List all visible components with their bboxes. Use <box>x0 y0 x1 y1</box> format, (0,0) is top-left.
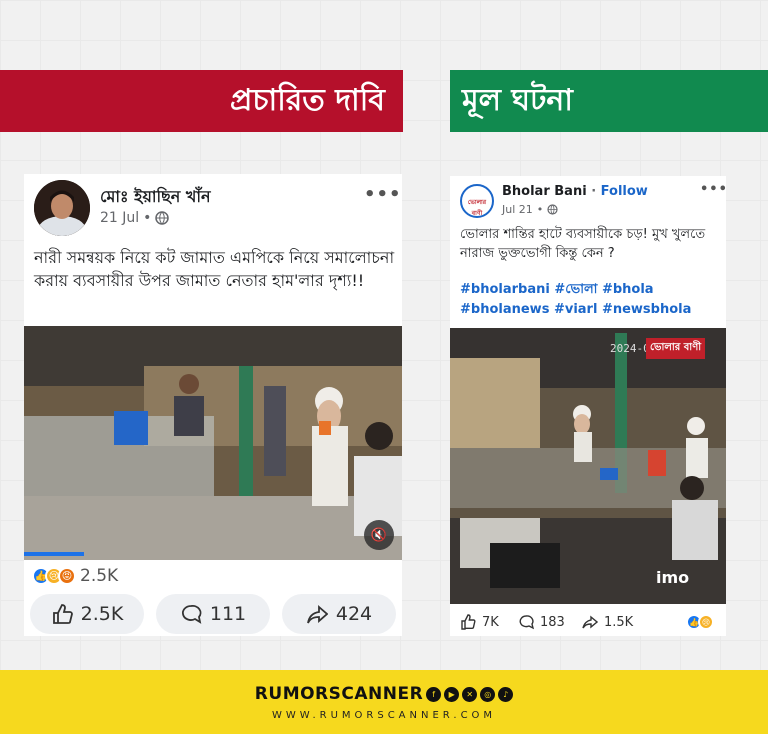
share-count: 424 <box>335 603 373 625</box>
fact-thumbs-up-icon <box>461 614 476 630</box>
facebook-icon[interactable]: f <box>426 686 442 702</box>
post-video[interactable]: 🔇 <box>24 326 402 560</box>
fact-post-date[interactable]: Jul 21 <box>502 203 533 216</box>
follow-separator: · <box>591 184 601 199</box>
fact-comment-count: 183 <box>540 614 565 630</box>
mute-button[interactable]: 🔇 <box>364 520 394 550</box>
fact-post-video[interactable]: 2024-0 ভোলার বাণী imo <box>450 328 726 604</box>
instagram-icon[interactable]: ◎ <box>480 686 496 702</box>
fact-share-icon <box>582 615 598 629</box>
fact-reaction-summary[interactable]: 👍 😢 <box>686 614 714 630</box>
follow-link[interactable]: Follow <box>601 184 648 199</box>
meta-separator: • <box>143 210 152 226</box>
brand-name: RUMORSCANNER <box>254 684 424 704</box>
claim-banner-label: প্রচারিত দাবি <box>229 82 385 118</box>
avatar-photo <box>34 180 90 236</box>
fact-comment-button[interactable]: 183 <box>518 614 565 630</box>
page-name: Bholar Bani · Follow <box>502 184 648 199</box>
footer-bar: RUMORSCANNER f ▶ ✕ ◎ ♪ WWW.RUMORSCANNER.… <box>0 670 768 734</box>
fact-banner-label: মূল ঘটনা <box>462 82 573 118</box>
reaction-summary[interactable]: 👍 😢 😡 2.5K <box>32 566 118 586</box>
author-avatar[interactable] <box>34 180 90 236</box>
claim-banner: প্রচারিত দাবি <box>0 70 403 132</box>
fact-share-count: 1.5K <box>604 614 634 630</box>
comment-button[interactable]: 111 <box>156 594 270 634</box>
public-globe-icon <box>547 204 558 215</box>
fact-video-frame <box>450 328 726 604</box>
comment-count: 111 <box>209 603 247 625</box>
fact-post-meta: Jul 21 • <box>502 203 558 216</box>
fact-meta-separator: • <box>536 203 544 216</box>
page-avatar[interactable]: ভোলার বাণী <box>460 184 494 218</box>
brand-row: RUMORSCANNER f ▶ ✕ ◎ ♪ <box>0 684 768 704</box>
post-date[interactable]: 21 Jul <box>100 210 139 226</box>
share-button[interactable]: 424 <box>282 594 396 634</box>
hashtags-line-2[interactable]: #bholanews #viarl #newsbhola <box>460 300 691 320</box>
fact-like-button[interactable]: 7K <box>460 614 499 630</box>
imo-watermark: imo <box>656 568 690 587</box>
page-avatar-logo: ভোলার বাণী <box>467 199 487 217</box>
video-timestamp: 2024-0 <box>610 342 650 355</box>
fact-share-button[interactable]: 1.5K <box>582 614 633 630</box>
angry-reaction-icon: 😡 <box>58 567 76 585</box>
claim-post-card: মোঃ ইয়াছিন খাঁন 21 Jul • ••• নারী সমন্ব… <box>24 174 402 636</box>
like-count: 2.5K <box>80 603 124 625</box>
x-twitter-icon[interactable]: ✕ <box>462 686 478 702</box>
public-globe-icon <box>155 211 170 225</box>
page-name-label[interactable]: Bholar Bani <box>502 184 587 199</box>
fact-post-card: ভোলার বাণী Bholar Bani · Follow Jul 21 •… <box>450 176 728 636</box>
video-frame <box>24 326 402 560</box>
more-options-icon[interactable]: ••• <box>364 184 402 205</box>
share-arrow-icon <box>306 605 328 624</box>
author-name[interactable]: মোঃ ইয়াছিন খাঁন <box>100 184 211 211</box>
fact-post-text: ভোলার শান্তির হাটে ব্যবসায়ীকে চড়! মুখ … <box>460 227 706 261</box>
post-meta: 21 Jul • <box>100 210 170 226</box>
fact-comment-icon <box>519 615 534 630</box>
like-button[interactable]: 2.5K <box>30 594 144 634</box>
hashtags-line-1[interactable]: #bholarbani #ভোলা #bhola <box>460 280 691 300</box>
brand-url[interactable]: WWW.RUMORSCANNER.COM <box>0 710 768 721</box>
thumbs-up-icon <box>52 604 73 624</box>
fact-sad-reaction-icon: 😢 <box>698 614 714 630</box>
fact-like-count: 7K <box>482 614 499 630</box>
video-channel-logo: ভোলার বাণী <box>646 338 706 359</box>
comment-bubble-icon <box>181 604 202 624</box>
post-text: নারী সমন্বয়ক নিয়ে কট জামাত এমপিকে নিয়… <box>34 248 395 291</box>
youtube-icon[interactable]: ▶ <box>444 686 460 702</box>
speaker-muted-icon: 🔇 <box>370 527 388 543</box>
reaction-count: 2.5K <box>80 566 119 586</box>
fact-more-options-icon[interactable]: ••• <box>700 182 728 197</box>
fact-banner: মূল ঘটনা <box>450 70 768 132</box>
hashtags: #bholarbani #ভোলা #bhola #bholanews #via… <box>460 280 691 320</box>
tiktok-icon[interactable]: ♪ <box>498 686 514 702</box>
